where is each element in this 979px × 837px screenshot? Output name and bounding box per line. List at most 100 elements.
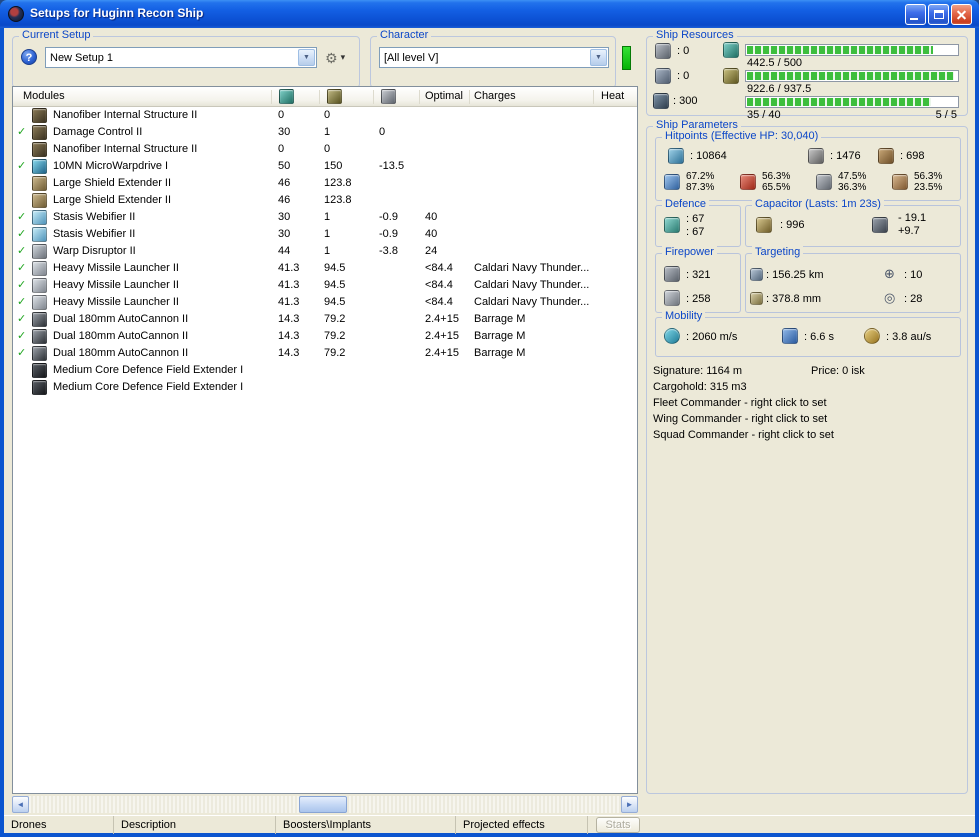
module-row[interactable]: ✓ Dual 180mm AutoCannon II 14.3 79.2 2.4… — [13, 311, 637, 328]
squad-commander-slot[interactable]: Squad Commander - right click to set — [653, 429, 834, 441]
help-icon[interactable]: ? — [21, 49, 37, 65]
module-powergrid-value: 1 — [324, 245, 331, 257]
module-row[interactable]: Medium Core Defence Field Extender I — [13, 379, 637, 396]
shield-hp-value: : 10864 — [690, 150, 727, 162]
header-optimal: Optimal — [425, 90, 463, 102]
cpu-icon — [279, 89, 294, 104]
rig-module-icon — [32, 380, 47, 395]
fleet-commander-slot[interactable]: Fleet Commander - right click to set — [653, 397, 827, 409]
module-name: Heavy Missile Launcher II — [53, 262, 179, 274]
module-row[interactable]: Large Shield Extender II 46 123.8 — [13, 192, 637, 209]
module-row[interactable]: ✓ Dual 180mm AutoCannon II 14.3 79.2 2.4… — [13, 345, 637, 362]
character-combobox[interactable]: [All level V] ▼ — [379, 47, 609, 68]
module-row[interactable]: Nanofiber Internal Structure II 0 0 — [13, 107, 637, 124]
module-row[interactable]: ✓ Heavy Missile Launcher II 41.3 94.5 <8… — [13, 260, 637, 277]
module-cpu-value: 0 — [278, 109, 285, 121]
header-modules: Modules — [23, 90, 65, 102]
module-cpu-value: 46 — [278, 177, 291, 189]
cpu-icon — [723, 42, 739, 58]
stats-button[interactable]: Stats — [596, 817, 640, 833]
powergrid-icon — [327, 89, 342, 104]
window-controls — [905, 4, 972, 25]
module-cap-value: -13.5 — [379, 160, 405, 172]
module-powergrid-value: 94.5 — [324, 262, 346, 274]
module-row[interactable]: ✓ Stasis Webifier II 30 1 -0.9 40 — [13, 209, 637, 226]
tab-projected-effects[interactable]: Projected effects — [456, 816, 588, 834]
structure-module-icon — [32, 142, 47, 157]
align-time-value: : 6.6 s — [804, 331, 834, 343]
modules-rows: Nanofiber Internal Structure II 0 0 ✓ Da… — [13, 107, 637, 396]
module-name: Damage Control II — [53, 126, 143, 138]
module-row[interactable]: ✓ Dual 180mm AutoCannon II 14.3 79.2 2.4… — [13, 328, 637, 345]
module-row[interactable]: ✓ Damage Control II 30 1 0 — [13, 124, 637, 141]
dps-value: : 258 — [686, 293, 711, 305]
capacitor-icon — [381, 89, 396, 104]
module-row[interactable]: ✓ Heavy Missile Launcher II 41.3 94.5 <8… — [13, 277, 637, 294]
turret-hardpoints-value: : 0 — [677, 45, 690, 57]
active-check-icon: ✓ — [17, 262, 27, 274]
wing-commander-slot[interactable]: Wing Commander - right click to set — [653, 413, 827, 425]
mobility-title: Mobility — [662, 310, 706, 323]
horizontal-scrollbar[interactable]: ◄ ► — [12, 796, 638, 813]
scan-resolution-value: : 378.8 mm — [766, 293, 822, 305]
module-powergrid-value: 1 — [324, 126, 331, 138]
module-name: Nanofiber Internal Structure II — [53, 109, 198, 121]
active-check-icon: ✓ — [17, 211, 27, 223]
kinetic-resist-top: 47.5% — [838, 171, 867, 182]
shield-recharge-icon — [664, 217, 680, 233]
defence-title: Defence — [662, 198, 709, 211]
autocannon-module-icon — [32, 329, 47, 344]
shield-module-icon — [32, 176, 47, 191]
module-cap-value: -0.9 — [379, 228, 398, 240]
module-powergrid-value: 79.2 — [324, 313, 346, 325]
module-name: Large Shield Extender II — [53, 194, 172, 206]
module-name: Stasis Webifier II — [53, 228, 136, 240]
character-skills-indicator — [622, 46, 631, 70]
setup-combo-arrow-icon[interactable]: ▼ — [298, 49, 315, 66]
setup-combobox[interactable]: New Setup 1 ▼ — [45, 47, 317, 68]
module-name: Stasis Webifier II — [53, 211, 136, 223]
cargohold-value: Cargohold: 315 m3 — [653, 381, 747, 393]
module-row[interactable]: ✓ Warp Disruptor II 44 1 -3.8 24 — [13, 243, 637, 260]
module-cpu-value: 44 — [278, 245, 291, 257]
character-group: Character [All level V] ▼ — [370, 29, 616, 88]
shield-module-icon — [32, 193, 47, 208]
character-combo-arrow-icon[interactable]: ▼ — [590, 49, 607, 66]
cpu-bar — [745, 44, 959, 56]
module-row[interactable]: Large Shield Extender II 46 123.8 — [13, 175, 637, 192]
tab-description[interactable]: Description — [114, 816, 276, 834]
scroll-right-button[interactable]: ► — [621, 796, 638, 813]
dronebay-bar-fill — [747, 98, 931, 106]
module-powergrid-value: 79.2 — [324, 330, 346, 342]
capacitor-delta-icon — [872, 217, 888, 233]
module-row[interactable]: ✓ Heavy Missile Launcher II 41.3 94.5 <8… — [13, 294, 637, 311]
scrollbar-thumb[interactable] — [299, 796, 347, 813]
module-powergrid-value: 1 — [324, 211, 331, 223]
minimize-button[interactable] — [905, 4, 926, 25]
capacitor-amount-value: : 996 — [780, 219, 805, 231]
tab-drones[interactable]: Drones — [4, 816, 114, 834]
setup-tools-button[interactable]: ⚙ ▾ — [321, 47, 349, 68]
module-row[interactable]: ✓ 10MN MicroWarpdrive I 50 150 -13.5 — [13, 158, 637, 175]
module-row[interactable]: Medium Core Defence Field Extender I — [13, 362, 637, 379]
scrollbar-track[interactable] — [29, 796, 621, 813]
module-row[interactable]: ✓ Stasis Webifier II 30 1 -0.9 40 — [13, 226, 637, 243]
capacitor-amount-icon — [756, 217, 772, 233]
hull-hp-value: : 698 — [900, 150, 925, 162]
targeting-title: Targeting — [752, 246, 804, 259]
em-resist-top: 67.2% — [686, 171, 715, 182]
explosive-resist-icon — [892, 174, 908, 190]
maximize-button[interactable] — [928, 4, 949, 25]
volley-icon — [664, 266, 680, 282]
defence-box: Defence : 67 : 67 — [655, 198, 741, 247]
firepower-box: Firepower : 321 : 258 — [655, 246, 741, 313]
explosive-resist-bottom: 23.5% — [914, 182, 943, 193]
tab-boosters-implants[interactable]: Boosters\Implants — [276, 816, 456, 834]
scroll-left-button[interactable]: ◄ — [12, 796, 29, 813]
max-targets-value: : 10 — [904, 269, 923, 281]
module-powergrid-value: 150 — [324, 160, 343, 172]
dps-icon — [664, 290, 680, 306]
module-row[interactable]: Nanofiber Internal Structure II 0 0 — [13, 141, 637, 158]
title-bar: Setups for Huginn Recon Ship — [0, 0, 979, 28]
close-button[interactable] — [951, 4, 972, 25]
